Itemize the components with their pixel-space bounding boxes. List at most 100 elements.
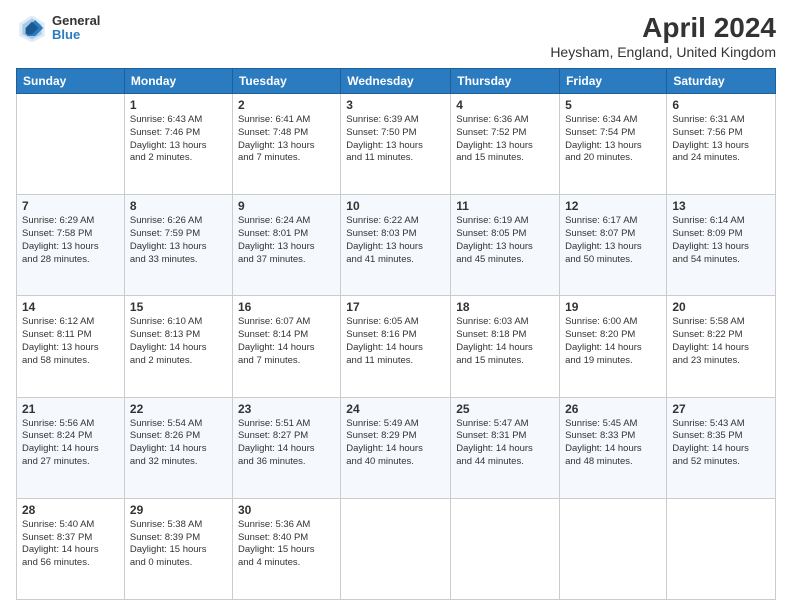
day-number: 1 xyxy=(130,98,227,112)
day-number: 14 xyxy=(22,300,119,314)
day-info: Sunrise: 5:43 AM Sunset: 8:35 PM Dayligh… xyxy=(672,418,770,469)
day-info: Sunrise: 6:36 AM Sunset: 7:52 PM Dayligh… xyxy=(456,114,554,165)
day-number: 30 xyxy=(238,503,335,517)
day-number: 20 xyxy=(672,300,770,314)
day-info: Sunrise: 5:47 AM Sunset: 8:31 PM Dayligh… xyxy=(456,418,554,469)
column-header-sunday: Sunday xyxy=(17,69,125,94)
logo-icon xyxy=(16,12,48,44)
day-number: 9 xyxy=(238,199,335,213)
day-info: Sunrise: 5:54 AM Sunset: 8:26 PM Dayligh… xyxy=(130,418,227,469)
day-number: 17 xyxy=(346,300,445,314)
day-number: 27 xyxy=(672,402,770,416)
day-info: Sunrise: 5:40 AM Sunset: 8:37 PM Dayligh… xyxy=(22,519,119,570)
column-header-friday: Friday xyxy=(560,69,667,94)
column-header-monday: Monday xyxy=(124,69,232,94)
calendar-cell: 4 Sunrise: 6:36 AM Sunset: 7:52 PM Daylig… xyxy=(451,94,560,195)
calendar-cell: 13 Sunrise: 6:14 AM Sunset: 8:09 PM Dayli… xyxy=(667,195,776,296)
day-info: Sunrise: 6:39 AM Sunset: 7:50 PM Dayligh… xyxy=(346,114,445,165)
day-info: Sunrise: 5:45 AM Sunset: 8:33 PM Dayligh… xyxy=(565,418,661,469)
day-number: 6 xyxy=(672,98,770,112)
logo-text: General Blue xyxy=(52,14,100,43)
calendar-cell: 17 Sunrise: 6:05 AM Sunset: 8:16 PM Dayli… xyxy=(341,296,451,397)
calendar-cell: 9 Sunrise: 6:24 AM Sunset: 8:01 PM Daylig… xyxy=(232,195,340,296)
day-number: 18 xyxy=(456,300,554,314)
day-number: 15 xyxy=(130,300,227,314)
calendar-cell: 28Sunrise: 5:40 AM Sunset: 8:37 PM Dayli… xyxy=(17,498,125,599)
calendar-cell: 24Sunrise: 5:49 AM Sunset: 8:29 PM Dayli… xyxy=(341,397,451,498)
day-info: Sunrise: 6:14 AM Sunset: 8:09 PM Dayligh… xyxy=(672,215,770,266)
calendar-cell: 2 Sunrise: 6:41 AM Sunset: 7:48 PM Daylig… xyxy=(232,94,340,195)
month-title: April 2024 xyxy=(550,12,776,44)
calendar-cell: 20 Sunrise: 5:58 AM Sunset: 8:22 PM Dayli… xyxy=(667,296,776,397)
calendar-cell: 26 Sunrise: 5:45 AM Sunset: 8:33 PM Dayli… xyxy=(560,397,667,498)
calendar-cell: 8 Sunrise: 6:26 AM Sunset: 7:59 PM Daylig… xyxy=(124,195,232,296)
calendar-cell: 7Sunrise: 6:29 AM Sunset: 7:58 PM Daylig… xyxy=(17,195,125,296)
day-info: Sunrise: 6:26 AM Sunset: 7:59 PM Dayligh… xyxy=(130,215,227,266)
column-header-wednesday: Wednesday xyxy=(341,69,451,94)
day-info: Sunrise: 6:34 AM Sunset: 7:54 PM Dayligh… xyxy=(565,114,661,165)
day-number: 12 xyxy=(565,199,661,213)
calendar-cell: 15 Sunrise: 6:10 AM Sunset: 8:13 PM Dayli… xyxy=(124,296,232,397)
calendar-cell: 30 Sunrise: 5:36 AM Sunset: 8:40 PM Dayli… xyxy=(232,498,340,599)
day-info: Sunrise: 6:29 AM Sunset: 7:58 PM Dayligh… xyxy=(22,215,119,266)
calendar-cell: 1 Sunrise: 6:43 AM Sunset: 7:46 PM Daylig… xyxy=(124,94,232,195)
day-number: 4 xyxy=(456,98,554,112)
day-info: Sunrise: 6:19 AM Sunset: 8:05 PM Dayligh… xyxy=(456,215,554,266)
location-title: Heysham, England, United Kingdom xyxy=(550,44,776,60)
day-info: Sunrise: 5:38 AM Sunset: 8:39 PM Dayligh… xyxy=(130,519,227,570)
header: General Blue April 2024 Heysham, England… xyxy=(16,12,776,60)
day-number: 10 xyxy=(346,199,445,213)
calendar-cell: 16Sunrise: 6:07 AM Sunset: 8:14 PM Dayli… xyxy=(232,296,340,397)
calendar-cell: 27 Sunrise: 5:43 AM Sunset: 8:35 PM Dayli… xyxy=(667,397,776,498)
calendar-cell xyxy=(560,498,667,599)
column-header-thursday: Thursday xyxy=(451,69,560,94)
week-row-2: 14 Sunrise: 6:12 AM Sunset: 8:11 PM Dayli… xyxy=(17,296,776,397)
calendar-table: SundayMondayTuesdayWednesdayThursdayFrid… xyxy=(16,68,776,600)
calendar-cell xyxy=(17,94,125,195)
day-info: Sunrise: 6:00 AM Sunset: 8:20 PM Dayligh… xyxy=(565,316,661,367)
calendar-cell xyxy=(667,498,776,599)
week-row-3: 21Sunrise: 5:56 AM Sunset: 8:24 PM Dayli… xyxy=(17,397,776,498)
calendar-cell xyxy=(341,498,451,599)
day-number: 26 xyxy=(565,402,661,416)
day-info: Sunrise: 6:31 AM Sunset: 7:56 PM Dayligh… xyxy=(672,114,770,165)
day-info: Sunrise: 6:10 AM Sunset: 8:13 PM Dayligh… xyxy=(130,316,227,367)
day-info: Sunrise: 6:12 AM Sunset: 8:11 PM Dayligh… xyxy=(22,316,119,367)
calendar-cell: 22 Sunrise: 5:54 AM Sunset: 8:26 PM Dayli… xyxy=(124,397,232,498)
day-number: 23 xyxy=(238,402,335,416)
week-row-1: 7Sunrise: 6:29 AM Sunset: 7:58 PM Daylig… xyxy=(17,195,776,296)
day-info: Sunrise: 6:17 AM Sunset: 8:07 PM Dayligh… xyxy=(565,215,661,266)
day-number: 3 xyxy=(346,98,445,112)
day-info: Sunrise: 5:36 AM Sunset: 8:40 PM Dayligh… xyxy=(238,519,335,570)
day-info: Sunrise: 6:43 AM Sunset: 7:46 PM Dayligh… xyxy=(130,114,227,165)
day-info: Sunrise: 6:05 AM Sunset: 8:16 PM Dayligh… xyxy=(346,316,445,367)
page: General Blue April 2024 Heysham, England… xyxy=(0,0,792,612)
day-number: 5 xyxy=(565,98,661,112)
column-header-tuesday: Tuesday xyxy=(232,69,340,94)
week-row-4: 28Sunrise: 5:40 AM Sunset: 8:37 PM Dayli… xyxy=(17,498,776,599)
logo-line1: General xyxy=(52,14,100,28)
calendar-cell: 23 Sunrise: 5:51 AM Sunset: 8:27 PM Dayli… xyxy=(232,397,340,498)
day-number: 22 xyxy=(130,402,227,416)
day-info: Sunrise: 6:07 AM Sunset: 8:14 PM Dayligh… xyxy=(238,316,335,367)
day-number: 2 xyxy=(238,98,335,112)
day-number: 19 xyxy=(565,300,661,314)
day-info: Sunrise: 5:51 AM Sunset: 8:27 PM Dayligh… xyxy=(238,418,335,469)
day-number: 13 xyxy=(672,199,770,213)
calendar-cell xyxy=(451,498,560,599)
calendar-cell: 10 Sunrise: 6:22 AM Sunset: 8:03 PM Dayli… xyxy=(341,195,451,296)
day-number: 24 xyxy=(346,402,445,416)
day-info: Sunrise: 6:41 AM Sunset: 7:48 PM Dayligh… xyxy=(238,114,335,165)
logo: General Blue xyxy=(16,12,100,44)
day-info: Sunrise: 6:22 AM Sunset: 8:03 PM Dayligh… xyxy=(346,215,445,266)
calendar-cell: 18Sunrise: 6:03 AM Sunset: 8:18 PM Dayli… xyxy=(451,296,560,397)
calendar-cell: 29 Sunrise: 5:38 AM Sunset: 8:39 PM Dayli… xyxy=(124,498,232,599)
calendar-cell: 19 Sunrise: 6:00 AM Sunset: 8:20 PM Dayli… xyxy=(560,296,667,397)
day-info: Sunrise: 6:24 AM Sunset: 8:01 PM Dayligh… xyxy=(238,215,335,266)
calendar-cell: 3 Sunrise: 6:39 AM Sunset: 7:50 PM Daylig… xyxy=(341,94,451,195)
day-number: 8 xyxy=(130,199,227,213)
day-number: 29 xyxy=(130,503,227,517)
column-header-saturday: Saturday xyxy=(667,69,776,94)
calendar-cell: 21Sunrise: 5:56 AM Sunset: 8:24 PM Dayli… xyxy=(17,397,125,498)
day-info: Sunrise: 5:58 AM Sunset: 8:22 PM Dayligh… xyxy=(672,316,770,367)
